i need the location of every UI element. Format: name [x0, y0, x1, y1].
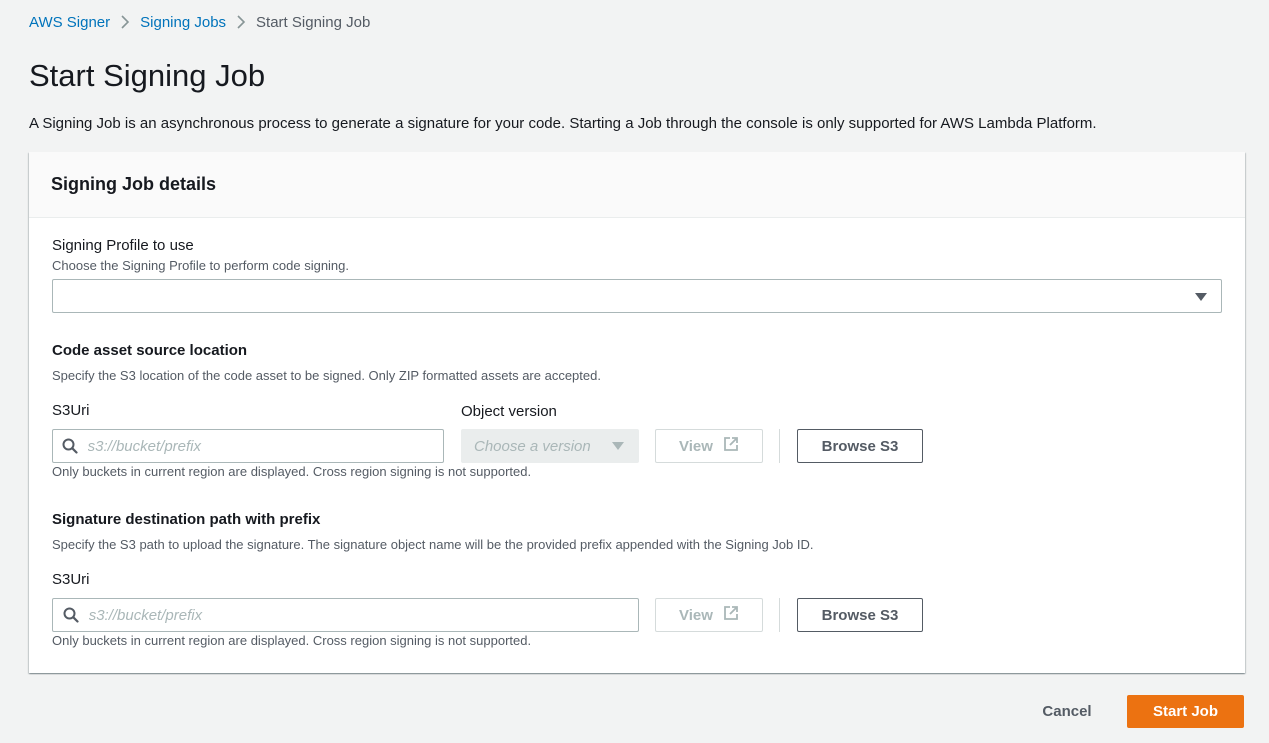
start-job-button[interactable]: Start Job [1127, 695, 1244, 728]
signature-dest-title: Signature destination path with prefix [52, 511, 321, 528]
code-asset-hint: Specify the S3 location of the code asse… [52, 368, 601, 383]
divider [779, 598, 780, 632]
search-icon [53, 430, 88, 462]
code-asset-title: Code asset source location [52, 342, 248, 359]
signature-dest-hint: Specify the S3 path to upload the signat… [52, 537, 814, 552]
cancel-button[interactable]: Cancel [1026, 695, 1108, 728]
page-description: A Signing Job is an asynchronous process… [29, 115, 1097, 132]
breadcrumb: AWS Signer Signing Jobs Start Signing Jo… [29, 12, 370, 32]
view-label: View [679, 606, 713, 624]
divider [779, 429, 780, 463]
signing-job-details-panel: Signing Job details Signing Profile to u… [29, 152, 1245, 673]
caret-down-icon [612, 442, 624, 450]
panel-header: Signing Job details [29, 152, 1245, 218]
search-icon [53, 599, 89, 631]
code-asset-view-button[interactable]: View [655, 429, 763, 463]
external-link-icon [723, 436, 739, 456]
external-link-icon [723, 605, 739, 625]
code-asset-s3uri-label: S3Uri [52, 402, 90, 419]
signature-dest-browse-s3-button[interactable]: Browse S3 [797, 598, 923, 632]
page-title: Start Signing Job [29, 58, 266, 93]
signature-dest-s3uri-label: S3Uri [52, 571, 90, 588]
code-asset-s3uri-input-wrapper [52, 429, 444, 463]
chevron-right-icon [110, 15, 140, 29]
object-version-select[interactable]: Choose a version [461, 429, 639, 463]
breadcrumb-aws-signer[interactable]: AWS Signer [29, 14, 110, 31]
signing-profile-hint: Choose the Signing Profile to perform co… [52, 258, 350, 273]
signature-dest-s3uri-input[interactable] [88, 606, 638, 624]
signature-dest-note: Only buckets in current region are displ… [52, 633, 532, 648]
object-version-label: Object version [461, 403, 557, 420]
signing-profile-label: Signing Profile to use [52, 237, 194, 254]
view-label: View [679, 437, 713, 455]
signing-profile-select[interactable] [52, 279, 1222, 313]
signature-dest-s3uri-input-wrapper [52, 598, 639, 632]
breadcrumb-signing-jobs[interactable]: Signing Jobs [140, 14, 226, 31]
breadcrumb-current: Start Signing Job [256, 13, 371, 31]
code-asset-s3uri-input[interactable] [87, 437, 443, 455]
object-version-placeholder: Choose a version [474, 437, 591, 455]
panel-title: Signing Job details [51, 174, 217, 194]
caret-down-icon [1195, 293, 1207, 301]
signature-dest-view-button[interactable]: View [655, 598, 763, 632]
code-asset-note: Only buckets in current region are displ… [52, 464, 532, 479]
code-asset-browse-s3-button[interactable]: Browse S3 [797, 429, 923, 463]
chevron-right-icon [226, 15, 256, 29]
